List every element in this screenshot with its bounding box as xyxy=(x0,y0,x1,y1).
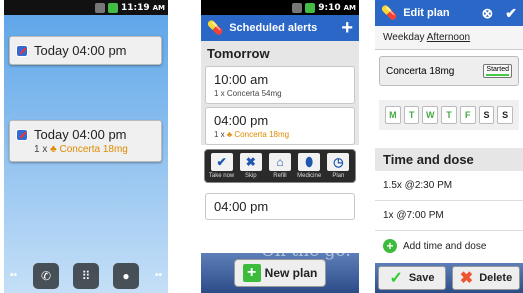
pill-icon xyxy=(16,129,28,141)
medicine-button[interactable]: ⬮ Medicine xyxy=(296,153,322,179)
day-friday[interactable]: F xyxy=(459,106,476,124)
phone-edit-plan: 💊 Edit plan ⊗ ✔ Weekday Afternoon Concer… xyxy=(375,0,523,293)
browser-icon[interactable]: ● xyxy=(113,263,139,289)
widget-time: Today 04:00 pm xyxy=(34,43,127,58)
tagline-watermark: On the go. xyxy=(261,241,351,261)
widget-medicine: ♣ Concerta 18mg xyxy=(50,144,128,155)
app-drawer-icon[interactable]: ⠿ xyxy=(73,263,99,289)
pill-icon: 💊 xyxy=(207,20,224,35)
medicine-name: Concerta 18mg xyxy=(386,65,455,77)
status-bar: 9:10 AM xyxy=(201,0,359,15)
delete-button[interactable]: ✖ Delete xyxy=(452,266,520,290)
pill-icon: 💊 xyxy=(381,5,398,20)
signal-icon xyxy=(94,2,105,13)
day-sunday[interactable]: S xyxy=(497,106,514,124)
widget-dose: 1 x ♣ Concerta 18mg xyxy=(34,144,155,155)
battery-icon xyxy=(305,2,316,13)
home-dock: ✆ ⠿ ● xyxy=(4,259,168,293)
day-wednesday[interactable]: W xyxy=(422,106,439,124)
alert-item[interactable]: 04:00 pm xyxy=(205,193,355,220)
medicine-row[interactable]: Concerta 18mg Started xyxy=(379,56,519,86)
alert-time: 10:00 am xyxy=(214,72,269,87)
status-time: 9:10 xyxy=(318,2,341,13)
x-icon: ✖ xyxy=(239,153,262,171)
refill-button[interactable]: ⌂ Refill xyxy=(267,153,293,179)
screenshot-collage: 11:19 AM Today 04:00 pm Today 04:00 pm 1… xyxy=(0,0,523,293)
take-now-button[interactable]: ✔ Take now xyxy=(209,153,235,179)
battery-icon xyxy=(107,2,118,13)
reminder-widget[interactable]: Today 04:00 pm xyxy=(9,36,162,65)
skip-button[interactable]: ✖ Skip xyxy=(238,153,264,179)
close-icon[interactable]: ⊗ xyxy=(482,5,494,22)
day-saturday[interactable]: S xyxy=(478,106,495,124)
section-header: Tomorrow xyxy=(201,41,359,66)
alert-detail: 1 x ♣ Concerta 18mg xyxy=(214,130,290,139)
new-plan-button[interactable]: + New plan xyxy=(233,259,327,287)
clock-icon: ◷ xyxy=(327,153,350,171)
dose-row[interactable]: 1x @7:00 PM xyxy=(375,201,523,231)
day-tuesday[interactable]: T xyxy=(403,106,420,124)
alert-item[interactable]: 10:00 am 1 x Concerta 54mg xyxy=(205,66,355,104)
phone-home-screen: 11:19 AM Today 04:00 pm Today 04:00 pm 1… xyxy=(4,0,168,293)
checkmark-icon: ✔ xyxy=(210,153,233,171)
alert-list: 10:00 am 1 x Concerta 54mg 04:00 pm 1 x … xyxy=(201,66,359,145)
plus-circle-icon: + xyxy=(383,239,397,253)
alert-item[interactable]: 04:00 pm 1 x ♣ Concerta 18mg xyxy=(205,107,355,145)
started-toggle[interactable]: Started xyxy=(483,64,512,78)
page-title: Edit plan xyxy=(403,7,450,19)
pill-icon xyxy=(16,45,28,57)
bottom-bar: ✓ Save ✖ Delete xyxy=(375,263,523,293)
basket-icon: ⌂ xyxy=(268,153,291,171)
signal-icon xyxy=(292,2,303,13)
alert-time: 04:00 pm xyxy=(214,113,269,128)
checkmark-icon: ✓ xyxy=(389,270,403,287)
save-button[interactable]: ✓ Save xyxy=(378,266,446,290)
dose-row[interactable]: 1.5x @2:30 PM xyxy=(375,171,523,201)
day-thursday[interactable]: T xyxy=(441,106,457,124)
x-icon: ✖ xyxy=(459,270,474,287)
widget-qty: 1 x xyxy=(34,144,48,155)
status-bar: 11:19 AM xyxy=(4,0,168,15)
plus-icon: + xyxy=(242,264,261,282)
confirm-icon[interactable]: ✔ xyxy=(505,5,517,22)
weekday-selector: M T W T F S S xyxy=(379,100,519,130)
quick-action-bar: ✔ Take now ✖ Skip ⌂ Refill ⬮ Medicine ◷ … xyxy=(204,149,356,183)
app-header: 💊 Scheduled alerts + xyxy=(201,15,359,41)
status-ampm: AM xyxy=(343,3,356,12)
plan-button[interactable]: ◷ Plan xyxy=(325,153,351,179)
schedule-name[interactable]: Weekday Afternoon xyxy=(375,26,523,50)
page-title: Scheduled alerts xyxy=(229,22,318,34)
phone-icon[interactable]: ✆ xyxy=(33,263,59,289)
status-ampm: AM xyxy=(152,3,165,12)
add-button[interactable]: + xyxy=(341,17,353,40)
status-time: 11:19 xyxy=(120,2,150,13)
dock-dots-right: •• xyxy=(154,270,162,281)
section-header: Time and dose xyxy=(375,148,523,171)
app-header: 💊 Edit plan ⊗ ✔ xyxy=(375,0,523,26)
reminder-widget-detail[interactable]: Today 04:00 pm 1 x ♣ Concerta 18mg xyxy=(9,120,162,162)
capsule-icon: ⬮ xyxy=(298,153,321,171)
day-monday[interactable]: M xyxy=(385,106,401,124)
alert-detail: 1 x Concerta 54mg xyxy=(214,89,282,98)
widget-time: Today 04:00 pm xyxy=(34,127,127,142)
phone-scheduled-alerts: 9:10 AM 💊 Scheduled alerts + Tomorrow 10… xyxy=(201,0,359,293)
